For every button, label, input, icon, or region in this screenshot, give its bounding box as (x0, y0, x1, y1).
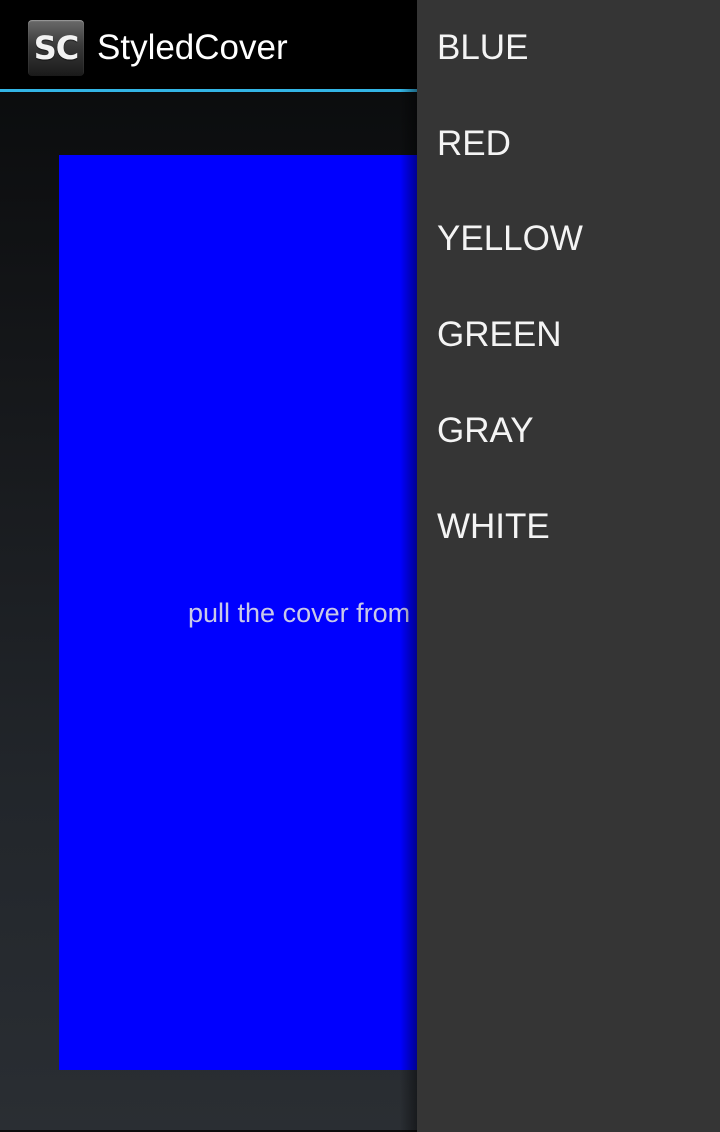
menu-item-blue[interactable]: BLUE (417, 0, 720, 96)
screen: SC StyledCover pull the cover from BLUE … (0, 0, 720, 1132)
menu-item-gray[interactable]: GRAY (417, 383, 720, 479)
app-icon-label: SC (33, 29, 80, 67)
menu-item-red[interactable]: RED (417, 96, 720, 192)
cover-hint-text: pull the cover from (188, 598, 411, 628)
app-icon[interactable]: SC (28, 20, 84, 76)
menu-shadow (400, 0, 418, 1132)
menu-item-yellow[interactable]: YELLOW (417, 191, 720, 287)
app-title: StyledCover (97, 28, 288, 67)
menu-item-white[interactable]: WHITE (417, 479, 720, 575)
color-menu: BLUE RED YELLOW GREEN GRAY WHITE (417, 0, 720, 1132)
menu-item-green[interactable]: GREEN (417, 287, 720, 383)
